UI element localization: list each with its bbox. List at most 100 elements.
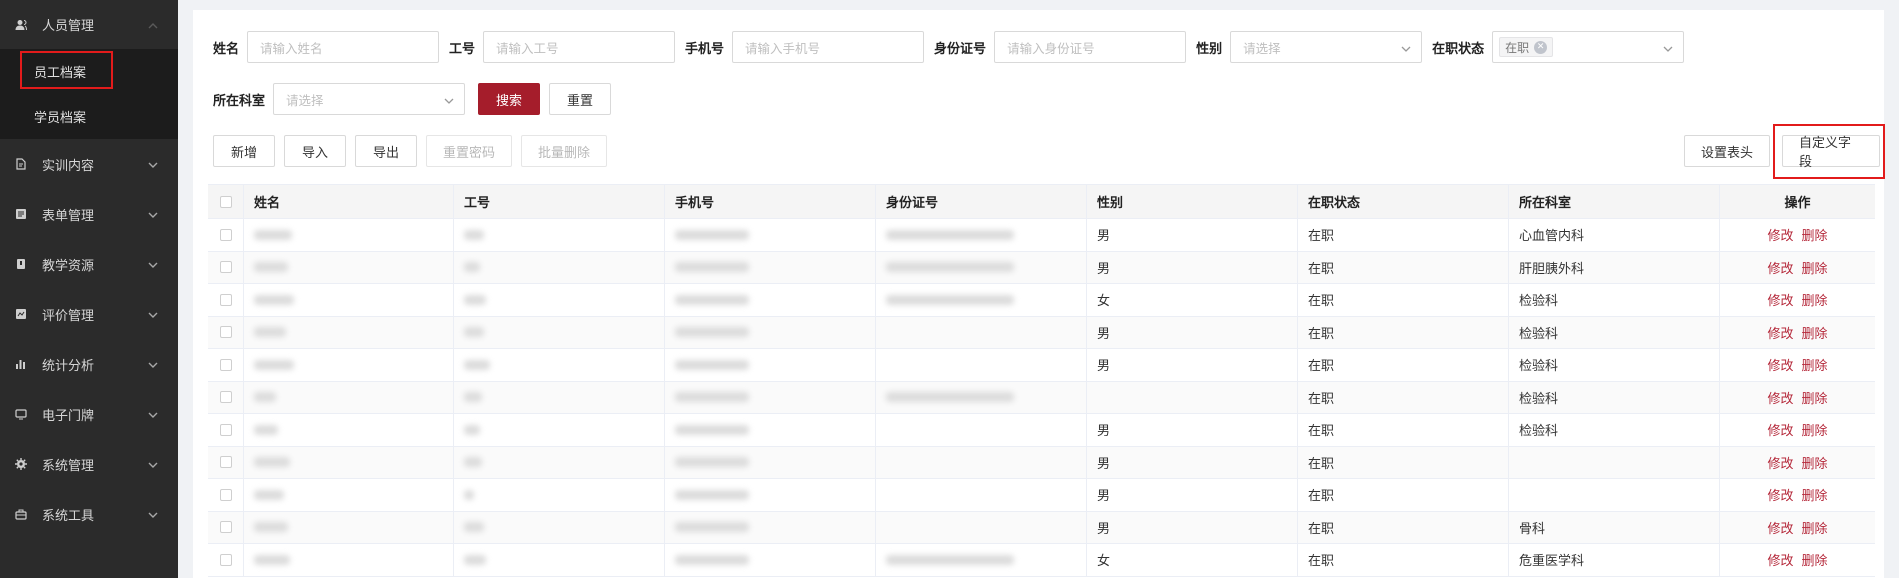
- edit-link[interactable]: 修改: [1767, 355, 1793, 374]
- edit-link[interactable]: 修改: [1767, 323, 1793, 342]
- reset-password-button[interactable]: 重置密码: [426, 135, 512, 167]
- sidebar-item-personnel[interactable]: 人员管理: [0, 0, 178, 49]
- edit-link[interactable]: 修改: [1767, 258, 1793, 277]
- cell-phone: [665, 381, 876, 413]
- edit-link[interactable]: 修改: [1767, 518, 1793, 537]
- row-checkbox[interactable]: [219, 326, 232, 339]
- submenu-personnel: 员工档案 学员档案: [0, 49, 178, 139]
- edit-link[interactable]: 修改: [1767, 290, 1793, 309]
- cell-id-card: [876, 446, 1087, 478]
- header-checkbox-cell[interactable]: [208, 185, 244, 218]
- phone-input[interactable]: 请输入手机号: [732, 31, 925, 63]
- row-checkbox[interactable]: [219, 553, 232, 566]
- row-checkbox-cell[interactable]: [208, 479, 244, 511]
- id-card-input[interactable]: 请输入身份证号: [994, 31, 1187, 63]
- edit-link[interactable]: 修改: [1767, 420, 1793, 439]
- gender-placeholder: 请选择: [1243, 40, 1281, 56]
- row-checkbox-cell[interactable]: [208, 251, 244, 283]
- select-all-checkbox[interactable]: [219, 195, 232, 208]
- table-row: 男在职 检验科 修改 删除: [208, 316, 1875, 349]
- delete-link[interactable]: 删除: [1802, 518, 1828, 537]
- column-header: 性别: [1087, 185, 1298, 218]
- emp-no-input[interactable]: 请输入工号: [483, 31, 676, 63]
- edit-link[interactable]: 修改: [1767, 225, 1793, 244]
- dept-select[interactable]: 请选择: [273, 83, 466, 115]
- blurred-name: [254, 229, 292, 240]
- filter-row-1: 姓名 请输入姓名 工号 请输入工号 手机号 请输入手机号 身份证号 请输入身份证…: [213, 31, 1685, 63]
- cell-actions: 修改 删除: [1720, 414, 1875, 446]
- delete-link[interactable]: 删除: [1802, 323, 1828, 342]
- row-checkbox[interactable]: [219, 456, 232, 469]
- row-checkbox[interactable]: [219, 358, 232, 371]
- delete-link[interactable]: 删除: [1802, 485, 1828, 504]
- row-checkbox-cell[interactable]: [208, 414, 244, 446]
- status-select[interactable]: 在职 ✕: [1492, 31, 1685, 63]
- import-button[interactable]: 导入: [284, 135, 346, 167]
- sidebar-subitem-label: 学员档案: [34, 111, 87, 126]
- sidebar-item-system-admin[interactable]: 系统管理: [0, 439, 178, 489]
- row-checkbox[interactable]: [219, 391, 232, 404]
- export-button[interactable]: 导出: [355, 135, 417, 167]
- sidebar-item-evaluation[interactable]: 评价管理: [0, 289, 178, 339]
- cell-gender: 男: [1087, 446, 1298, 478]
- row-checkbox-cell[interactable]: [208, 219, 244, 251]
- delete-link[interactable]: 删除: [1802, 225, 1828, 244]
- sidebar-item-resources[interactable]: 教学资源: [0, 239, 178, 289]
- edit-link[interactable]: 修改: [1767, 453, 1793, 472]
- name-input[interactable]: 请输入姓名: [247, 31, 440, 63]
- row-checkbox[interactable]: [219, 423, 232, 436]
- sidebar-subitem-employee-archive[interactable]: 员工档案: [0, 49, 178, 94]
- edit-link[interactable]: 修改: [1767, 550, 1793, 569]
- blurred-emp-no: [464, 359, 490, 370]
- row-checkbox[interactable]: [219, 228, 232, 241]
- cell-dept: 检验科: [1509, 349, 1720, 381]
- gender-select[interactable]: 请选择: [1230, 31, 1423, 63]
- cell-emp-no: [454, 446, 665, 478]
- edit-link[interactable]: 修改: [1767, 485, 1793, 504]
- delete-link[interactable]: 删除: [1802, 388, 1828, 407]
- blurred-name: [254, 457, 290, 468]
- emp-no-label: 工号: [449, 41, 476, 57]
- set-header-button[interactable]: 设置表头: [1684, 135, 1770, 167]
- sidebar-item-forms[interactable]: 表单管理: [0, 189, 178, 239]
- row-checkbox-cell[interactable]: [208, 381, 244, 413]
- sidebar-item-training[interactable]: 实训内容: [0, 139, 178, 189]
- delete-link[interactable]: 删除: [1802, 290, 1828, 309]
- row-checkbox[interactable]: [219, 293, 232, 306]
- cell-status: 在职: [1298, 414, 1509, 446]
- reset-button[interactable]: 重置: [549, 83, 611, 115]
- edit-link[interactable]: 修改: [1767, 388, 1793, 407]
- sidebar-item-system-tools[interactable]: 系统工具: [0, 489, 178, 539]
- delete-link[interactable]: 删除: [1802, 420, 1828, 439]
- delete-link[interactable]: 删除: [1802, 550, 1828, 569]
- row-checkbox[interactable]: [219, 521, 232, 534]
- delete-link[interactable]: 删除: [1802, 453, 1828, 472]
- close-icon[interactable]: ✕: [1534, 40, 1548, 54]
- row-checkbox-cell[interactable]: [208, 511, 244, 543]
- search-button[interactable]: 搜索: [478, 83, 540, 115]
- sidebar-item-statistics[interactable]: 统计分析: [0, 339, 178, 389]
- blurred-name: [254, 262, 288, 273]
- cell-actions: 修改 删除: [1720, 512, 1875, 544]
- delete-link[interactable]: 删除: [1802, 258, 1828, 277]
- phone-label: 手机号: [685, 41, 725, 57]
- cell-phone: [665, 219, 876, 251]
- table-row: 女在职 危重医学科 修改 删除: [208, 544, 1875, 577]
- add-button[interactable]: 新增: [213, 135, 275, 167]
- sidebar-item-door-sign[interactable]: 电子门牌: [0, 389, 178, 439]
- column-header: 手机号: [665, 185, 876, 218]
- book-icon: [14, 157, 28, 171]
- sidebar-subitem-student-archive[interactable]: 学员档案: [0, 94, 178, 139]
- cell-dept: 检验科: [1509, 284, 1720, 316]
- row-checkbox-cell[interactable]: [208, 349, 244, 381]
- row-checkbox-cell[interactable]: [208, 446, 244, 478]
- row-checkbox[interactable]: [219, 488, 232, 501]
- row-checkbox-cell[interactable]: [208, 284, 244, 316]
- row-checkbox-cell[interactable]: [208, 544, 244, 576]
- row-checkbox-cell[interactable]: [208, 316, 244, 348]
- highlight-box: [20, 51, 113, 89]
- delete-link[interactable]: 删除: [1802, 355, 1828, 374]
- row-checkbox[interactable]: [219, 261, 232, 274]
- blurred-name: [254, 522, 288, 533]
- batch-delete-button[interactable]: 批量删除: [521, 135, 607, 167]
